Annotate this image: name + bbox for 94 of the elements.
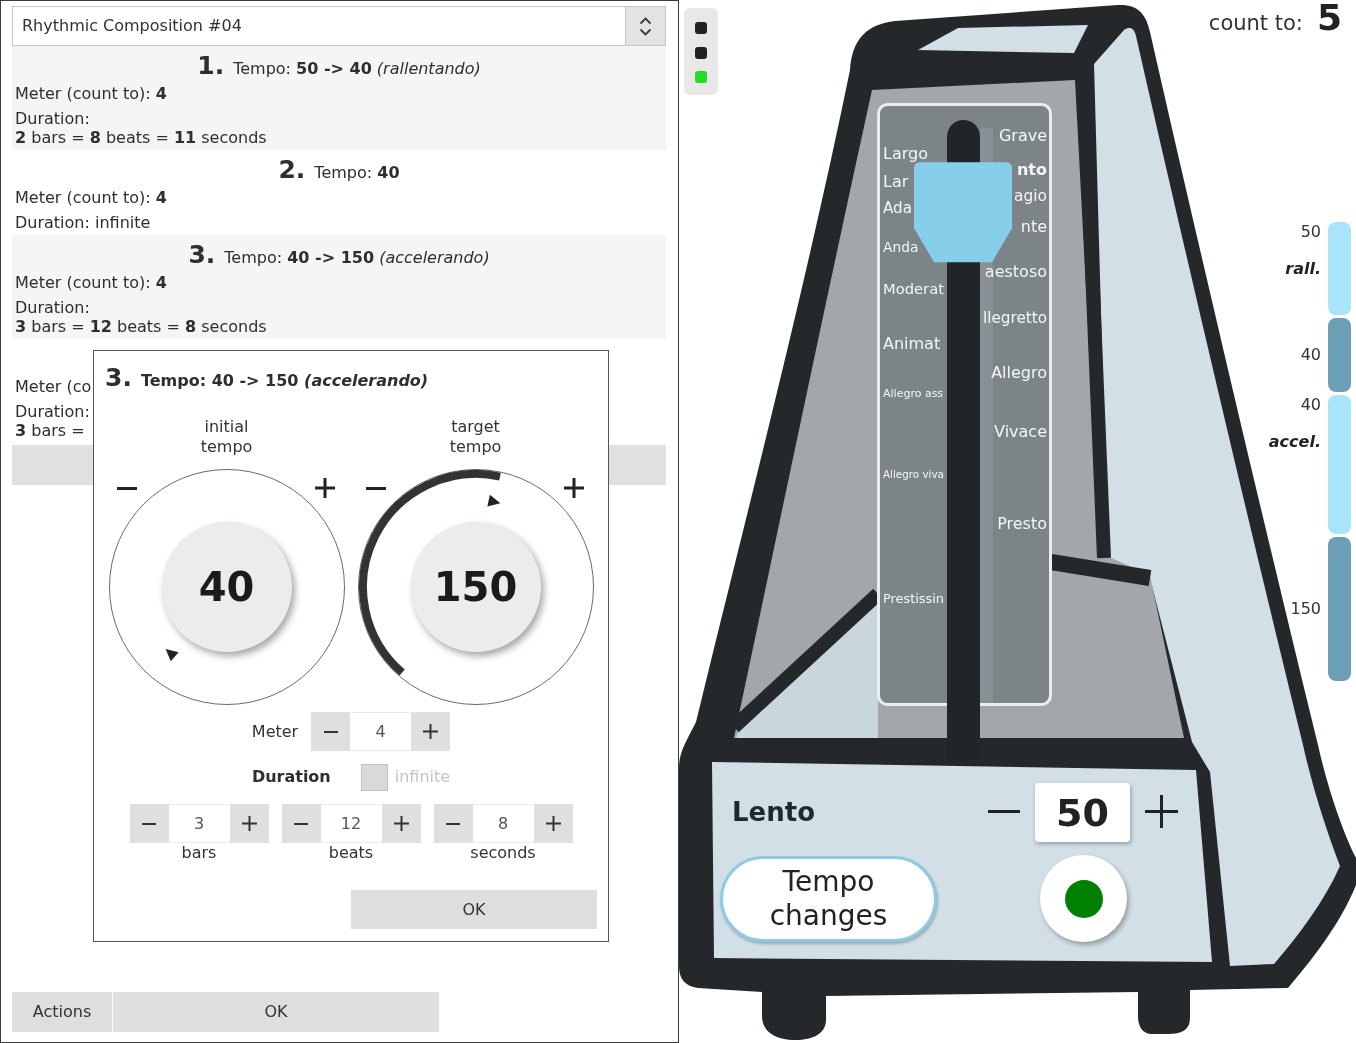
infinite-label: infinite bbox=[394, 766, 451, 788]
count-to-value: 5 bbox=[1316, 0, 1342, 36]
tempo-change-label: rall. bbox=[1285, 259, 1321, 279]
plus-icon bbox=[393, 816, 409, 831]
meter-text: Meter (count to): 4 bbox=[15, 273, 167, 293]
duration-text: Duration: infinite bbox=[15, 213, 151, 232]
section-number: 1. bbox=[197, 50, 225, 82]
plus-icon bbox=[314, 478, 335, 498]
section-heading: Tempo: 40 -> 150 (accelerando) bbox=[224, 247, 490, 269]
plus-icon bbox=[545, 816, 561, 831]
tempo-marking: Presto bbox=[997, 513, 1047, 533]
meter-text: Meter (co bbox=[15, 377, 92, 397]
tempo-marking: Moderat bbox=[883, 280, 944, 298]
minus-icon bbox=[323, 730, 338, 733]
unit-label: bars bbox=[181, 843, 217, 863]
section-number: 2. bbox=[278, 154, 306, 186]
section-panel[interactable]: 1. Tempo: 50 -> 40 (rallentando) Meter (count to): 4 Duration: 2 bars = 8 beats = 11 seconds bbox=[12, 46, 666, 150]
meter-field[interactable]: 4 bbox=[350, 712, 412, 751]
section-panel[interactable]: 3. Tempo: 40 -> 150 (accelerando) Meter (count to): 4 Duration: 3 bars = 12 beats = 8 seconds bbox=[12, 235, 666, 339]
tempo-marking: Grave bbox=[998, 125, 1047, 145]
count-to-label: count to: bbox=[1208, 10, 1303, 37]
tempo-marking: Ada bbox=[883, 198, 912, 217]
unit-label: beats bbox=[328, 843, 374, 863]
increase-button[interactable] bbox=[229, 804, 269, 843]
ok-button[interactable]: OK bbox=[351, 890, 597, 929]
dropdown-toggle-button[interactable] bbox=[625, 7, 665, 45]
dial-label: initial tempo bbox=[199, 417, 254, 457]
plus-icon bbox=[423, 724, 439, 739]
tempo-value-label: 40 bbox=[1300, 395, 1321, 415]
duration-text: Duration: bbox=[15, 402, 90, 421]
tempo-marking: Allegro ass bbox=[883, 387, 944, 400]
dialog-title: Tempo: 40 -> 150 (accelerando) bbox=[140, 370, 429, 392]
meter-text: Meter (count to): 4 bbox=[15, 188, 167, 208]
minus-icon bbox=[294, 822, 308, 825]
tempo-change-label: accel. bbox=[1268, 432, 1321, 452]
tempo-marking: Lar bbox=[883, 171, 909, 191]
composition-dropdown[interactable]: Rhythmic Composition #04 bbox=[12, 6, 666, 46]
increase-button[interactable] bbox=[314, 478, 335, 498]
duration-text: 3 bars = 12 beats = 8 seconds bbox=[15, 317, 267, 336]
duration-text: 2 bars = 8 beats = 11 seconds bbox=[15, 128, 267, 147]
meter-label: Meter bbox=[251, 720, 299, 743]
tempo-marking: Animat bbox=[883, 333, 941, 353]
section-heading: Tempo: 40 bbox=[314, 162, 400, 184]
unit-label: seconds bbox=[470, 843, 536, 863]
increase-button[interactable] bbox=[1145, 795, 1178, 828]
minus-icon bbox=[142, 822, 156, 825]
tempo-marking: Prestissin bbox=[883, 590, 944, 606]
tempo-value-label: 150 bbox=[1290, 599, 1321, 619]
tempo-marking: nto bbox=[1016, 159, 1047, 179]
tempo-marking: llegretto bbox=[983, 308, 1047, 327]
tempo-value-label: 50 bbox=[1300, 222, 1321, 242]
tempo-marking: Anda bbox=[883, 239, 919, 255]
minus-icon bbox=[988, 810, 1020, 813]
tempo-marking: Largo bbox=[883, 143, 928, 163]
duration-label: Duration bbox=[251, 766, 331, 788]
minus-icon bbox=[116, 487, 137, 490]
tempo-marking: Allegro viva bbox=[883, 467, 944, 480]
tempo-marking: agio bbox=[1014, 186, 1047, 205]
plus-icon bbox=[1145, 795, 1178, 828]
duration-field[interactable]: 8 bbox=[472, 804, 534, 843]
plus-icon bbox=[563, 478, 584, 498]
section-heading: Tempo: 50 -> 40 (rallentando) bbox=[233, 58, 481, 80]
increase-button[interactable] bbox=[381, 804, 421, 843]
plus-icon bbox=[241, 816, 257, 831]
footer-button[interactable]: Actions bbox=[12, 992, 112, 1032]
increase-button[interactable] bbox=[533, 804, 573, 843]
tempo-marking-label: Lento bbox=[732, 797, 815, 827]
decrease-button[interactable] bbox=[116, 487, 137, 490]
dialog-number: 3. bbox=[105, 363, 132, 393]
infinite-checkbox[interactable] bbox=[360, 763, 388, 791]
tempo-value-label: 40 bbox=[1300, 345, 1321, 365]
tempo-marking: nte bbox=[1020, 216, 1047, 236]
duration-field[interactable]: 12 bbox=[320, 804, 382, 843]
duration-text: Duration: bbox=[15, 109, 90, 128]
tempo-changes-button[interactable]: Tempo changes bbox=[720, 856, 937, 942]
decrease-button[interactable] bbox=[365, 487, 386, 490]
tempo-marking: aestoso bbox=[984, 261, 1047, 281]
duration-text: 3 bars = bbox=[15, 421, 85, 440]
tempo-marking: Allegro bbox=[991, 362, 1047, 382]
section-number: 3. bbox=[188, 239, 216, 271]
increase-button[interactable] bbox=[411, 712, 451, 751]
footer-button[interactable]: OK bbox=[113, 992, 439, 1032]
dial-marker-icon bbox=[486, 494, 500, 507]
meter-text: Meter (count to): 4 bbox=[15, 84, 167, 104]
tempo-field[interactable]: 50 bbox=[1035, 783, 1130, 842]
minus-icon bbox=[365, 487, 386, 490]
tempo-marking: Vivace bbox=[994, 421, 1047, 441]
minus-icon bbox=[446, 822, 460, 825]
duration-field[interactable]: 3 bbox=[168, 804, 230, 843]
dial-marker-icon bbox=[165, 648, 179, 662]
duration-text: Duration: bbox=[15, 298, 90, 317]
increase-button[interactable] bbox=[563, 478, 584, 498]
dial-label: target tempo bbox=[448, 417, 503, 457]
up-down-chevron-icon bbox=[639, 16, 652, 36]
